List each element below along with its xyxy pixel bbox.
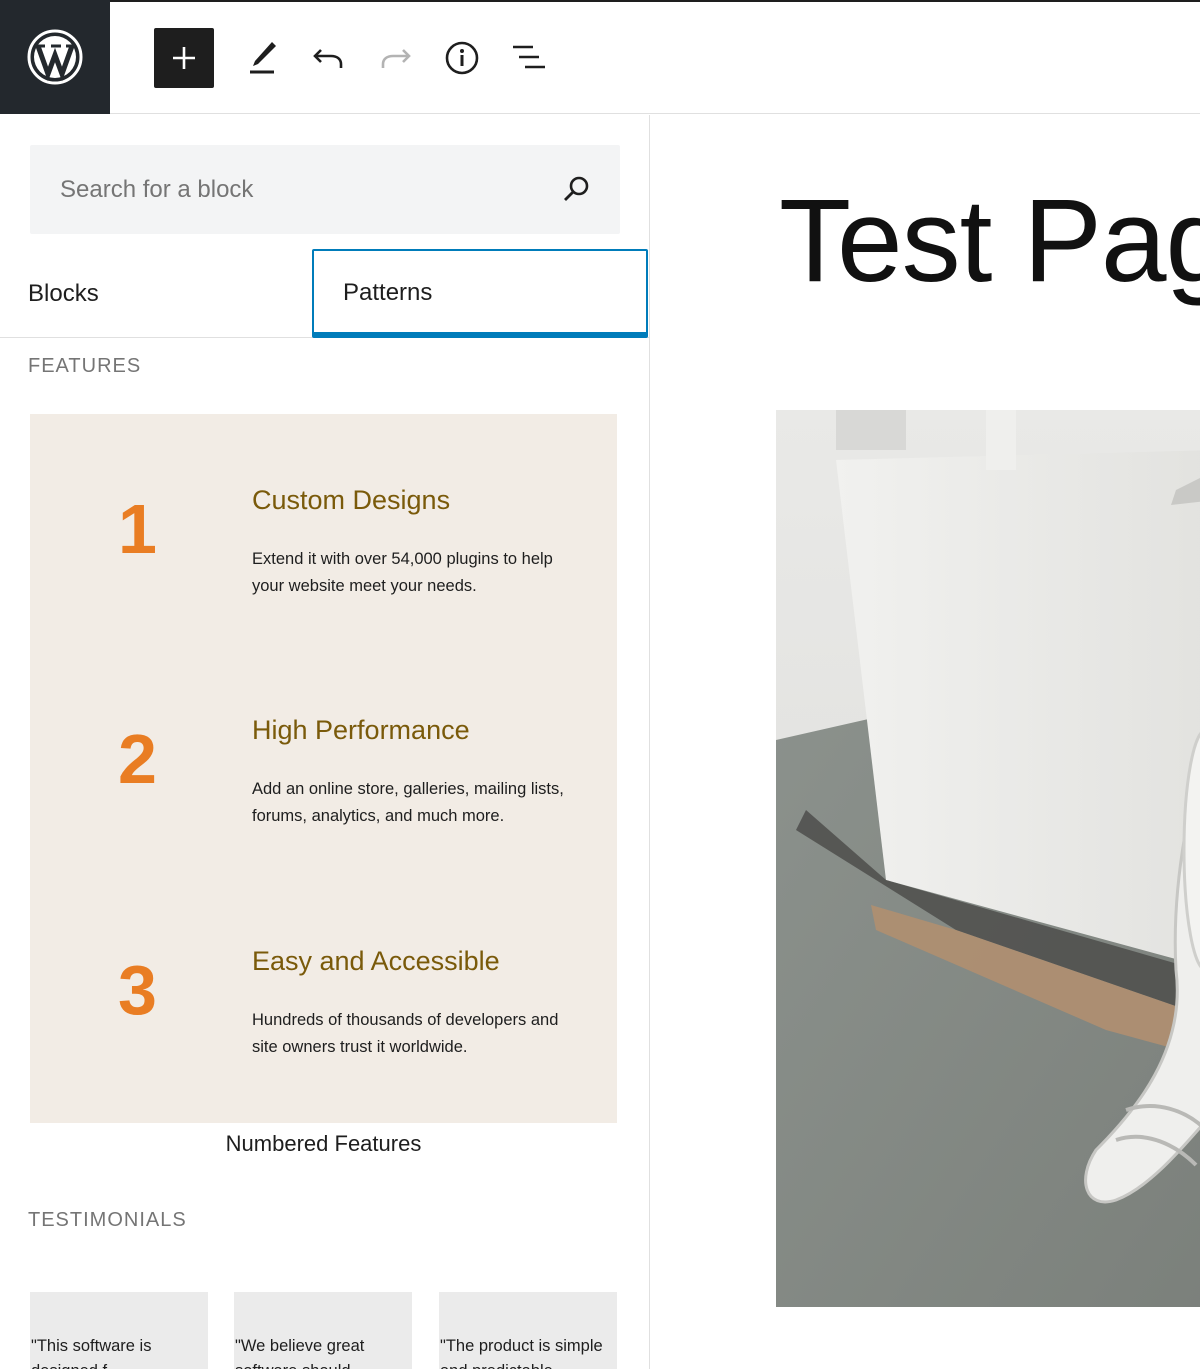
search-input[interactable] [30, 145, 550, 234]
page-title[interactable]: Test Pag [779, 176, 1200, 307]
testimonial-quote-line: software should... [235, 1359, 412, 1369]
feature-description-line: Extend it with over 54,000 plugins to he… [252, 550, 553, 568]
wordpress-logo-button[interactable] [0, 0, 110, 114]
feature-number: 1 [118, 490, 157, 568]
list-view-button[interactable] [499, 28, 559, 88]
search-icon[interactable] [560, 173, 592, 205]
edit-tool-button[interactable] [232, 28, 292, 88]
testimonial-quote-line: "We believe great [235, 1337, 365, 1355]
testimonial-quote-line: and predictable... [440, 1359, 617, 1369]
redo-button[interactable] [366, 28, 426, 88]
redo-icon [381, 49, 411, 68]
pattern-testimonial[interactable]: "The product is simple and predictable..… [439, 1292, 617, 1369]
testimonial-quote-line: "The product is simple [440, 1337, 603, 1355]
undo-button[interactable] [298, 28, 358, 88]
tab-patterns[interactable]: Patterns [312, 249, 648, 338]
feature-description-line: site owners trust it worldwide. [252, 1038, 468, 1056]
testimonial-quote-line: "This software is [31, 1337, 152, 1355]
feature-item: 2 High Performance Add an online store, … [30, 644, 617, 874]
feature-description-line: forums, analytics, and much more. [252, 807, 505, 825]
details-button[interactable] [432, 28, 492, 88]
feature-item: 3 Easy and Accessible Hundreds of thousa… [30, 875, 617, 1105]
pencil-icon [250, 42, 276, 74]
feature-number: 3 [118, 951, 157, 1029]
feature-item: 1 Custom Designs Extend it with over 54,… [30, 414, 617, 644]
add-block-button[interactable] [154, 28, 214, 88]
photo-illustration [776, 410, 1200, 1307]
editor-toolbar [0, 0, 1200, 114]
feature-description: Hundreds of thousands of developers and … [252, 1007, 592, 1061]
search-box [30, 145, 620, 234]
feature-description-line: Hundreds of thousands of developers and [252, 1011, 559, 1029]
feature-description: Extend it with over 54,000 plugins to he… [252, 546, 592, 600]
pattern-title[interactable]: Numbered Features [30, 1131, 617, 1157]
pattern-testimonial[interactable]: "This software is designed f... [30, 1292, 208, 1369]
testimonial-quote: "The product is simple and predictable..… [439, 1334, 617, 1369]
image-block[interactable] [776, 410, 1200, 1307]
pattern-testimonial[interactable]: "We believe great software should... [234, 1292, 412, 1369]
editor-canvas: Test Pag [651, 115, 1200, 1369]
plus-icon [173, 47, 195, 69]
tab-blocks-label: Blocks [28, 279, 99, 307]
pattern-numbered-features[interactable]: 1 Custom Designs Extend it with over 54,… [30, 414, 617, 1123]
tab-blocks[interactable]: Blocks [0, 249, 312, 338]
info-icon [445, 41, 479, 75]
category-heading-testimonials: TESTIMONIALS [28, 1209, 187, 1231]
block-inserter-panel: Blocks Patterns FEATURES 1 Custom Design… [0, 115, 650, 1369]
feature-number: 2 [118, 720, 157, 798]
feature-description-line: Add an online store, galleries, mailing … [252, 780, 564, 798]
testimonial-quote: "We believe great software should... [234, 1334, 412, 1369]
inserter-tabs: Blocks Patterns [0, 249, 649, 338]
feature-title: Easy and Accessible [252, 946, 500, 976]
feature-description-line: your website meet your needs. [252, 577, 477, 595]
undo-icon [313, 49, 343, 68]
feature-description: Add an online store, galleries, mailing … [252, 776, 592, 830]
tab-patterns-label: Patterns [343, 278, 433, 306]
testimonial-quote: "This software is designed f... [30, 1334, 208, 1369]
feature-title: High Performance [252, 715, 470, 745]
wordpress-logo-icon [27, 29, 83, 85]
list-view-icon [513, 45, 545, 69]
category-heading-features: FEATURES [28, 355, 142, 377]
testimonial-quote-line: designed f... [31, 1359, 208, 1369]
feature-title: Custom Designs [252, 485, 451, 515]
